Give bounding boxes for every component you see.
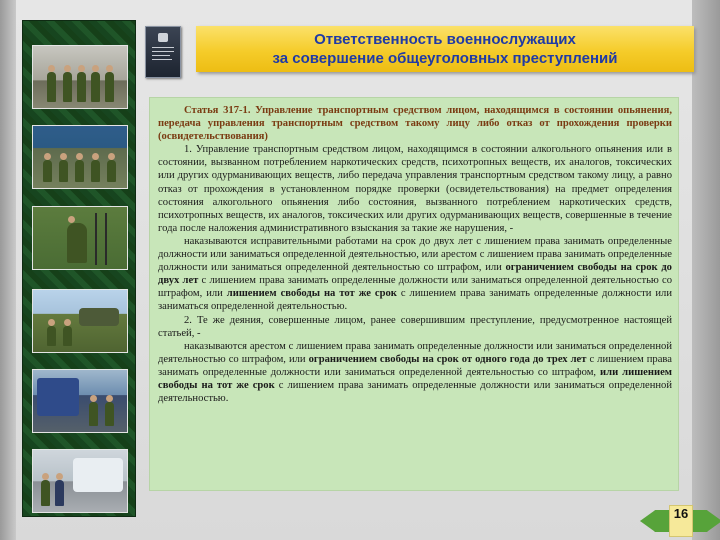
photo-soldiers-training xyxy=(32,125,128,189)
photo-sentry xyxy=(32,206,128,270)
slide-title: Ответственность военнослужащих за соверш… xyxy=(196,26,694,72)
page-number: 16 xyxy=(669,505,693,537)
article-paragraph-1: 1. Управление транспортным средством лиц… xyxy=(158,144,672,234)
photo-strip xyxy=(22,20,136,517)
article-paragraph-2: наказываются исправительными работами на… xyxy=(158,235,673,313)
title-line-1: Ответственность военнослужащих xyxy=(314,31,576,48)
photo-soldiers-standing xyxy=(32,45,128,109)
article-paragraph-3: 2. Те же деяния, совершенные лицом, ране… xyxy=(158,314,672,339)
article-text-box: Статья 317-1. Управление транспортным ср… xyxy=(150,98,678,490)
right-edge-decoration xyxy=(692,0,720,540)
emphasis-restriction-2: ограничением свободы на срок от одного г… xyxy=(308,353,587,365)
photo-checkpoint xyxy=(32,449,128,513)
left-edge-decoration xyxy=(0,0,16,540)
emphasis-imprisonment: лишением свободы на тот же срок xyxy=(226,288,397,300)
title-line-2: за совершение общеуголовных преступлений xyxy=(272,50,618,67)
article-paragraph-4: наказываются арестом с лишением права за… xyxy=(158,340,672,405)
photo-train-patrol xyxy=(32,369,128,433)
article-heading: Статья 317-1. Управление транспортным ср… xyxy=(158,105,672,143)
photo-armored-vehicle xyxy=(32,289,128,353)
book-cover-icon xyxy=(145,26,181,78)
